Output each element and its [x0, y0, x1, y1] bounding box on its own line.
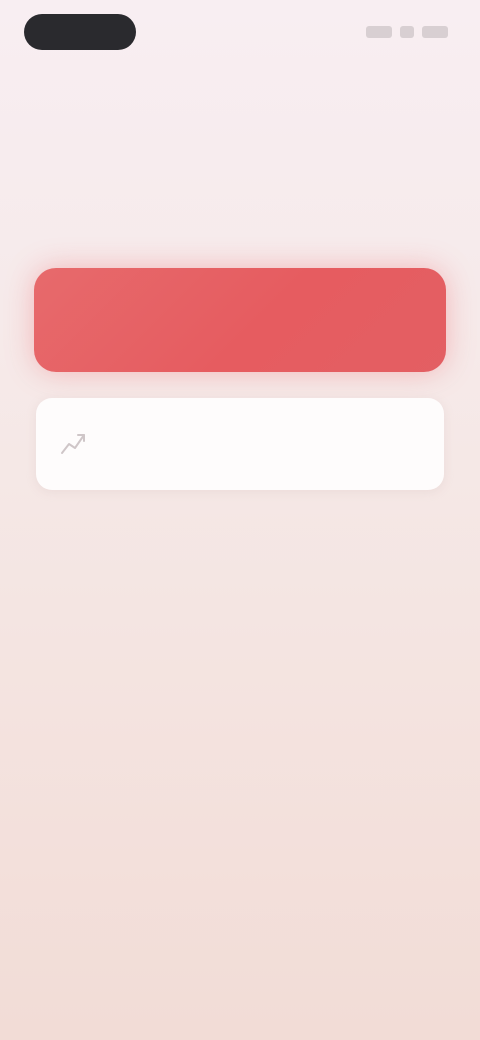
chart-line-icon — [56, 427, 90, 461]
page-subtitle — [28, 200, 428, 238]
breadcrumb — [28, 84, 372, 100]
page-title — [28, 144, 428, 188]
status-indicators — [366, 22, 456, 42]
status-pill[interactable] — [24, 14, 136, 50]
primary-action-button[interactable] — [34, 268, 446, 372]
battery-icon — [422, 26, 448, 38]
signal-icon — [366, 26, 392, 38]
card-body — [106, 442, 408, 446]
info-card[interactable] — [36, 398, 444, 490]
status-bar — [24, 12, 456, 52]
wifi-icon — [400, 26, 414, 38]
